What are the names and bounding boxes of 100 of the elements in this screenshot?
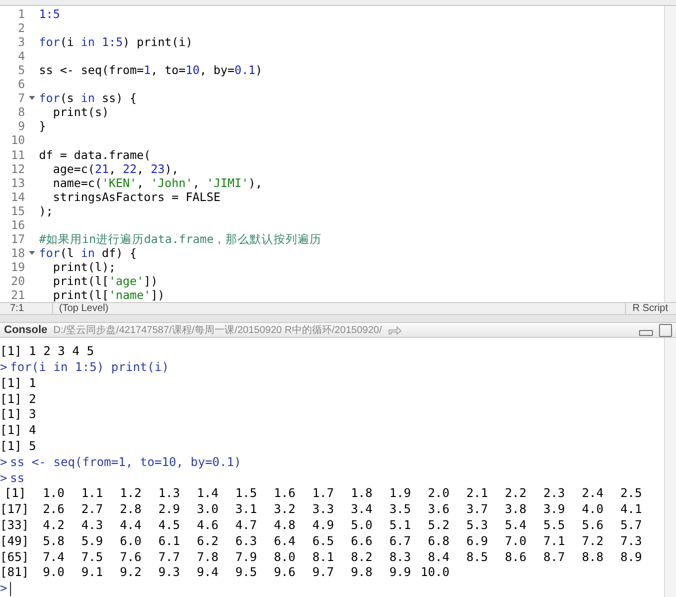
- vector-value: 4.3: [80, 518, 103, 534]
- prompt-symbol: >: [0, 581, 8, 597]
- code-line: age=c(21, 22, 23),: [52, 162, 179, 176]
- vector-value: 1.7: [311, 486, 334, 502]
- vector-value: 1.4: [196, 486, 218, 502]
- vector-value: 5.1: [388, 518, 411, 534]
- scope-selector[interactable]: (Top Level): [52, 303, 108, 314]
- vector-value: 3.2: [272, 502, 296, 518]
- code-line: }: [39, 119, 46, 134]
- vector-value: 6.8: [426, 534, 450, 550]
- vector-value: 7.5: [80, 550, 103, 566]
- vector-value: 5.0: [350, 518, 372, 534]
- line-number: 7: [17, 91, 25, 106]
- vector-value: 5.6: [580, 518, 604, 534]
- vector-value: 6.4: [272, 534, 296, 550]
- vector-value: 1.3: [157, 486, 180, 502]
- line-number: 1: [17, 6, 25, 21]
- vector-value: 3.3: [311, 502, 334, 518]
- vector-value: 6.9: [465, 534, 488, 550]
- vector-value: 2.5: [619, 486, 642, 502]
- fold-arrow-icon[interactable]: [29, 96, 35, 100]
- line-number: 2: [17, 20, 25, 35]
- vector-value: 8.1: [311, 550, 334, 566]
- vector-value: 2.3: [542, 486, 565, 502]
- vector-value: 1.9: [388, 486, 411, 502]
- code-line: print(l['name']): [52, 288, 165, 302]
- vector-value: 9.7: [311, 565, 334, 582]
- vector-value: 6.5: [311, 534, 334, 550]
- scrollbar[interactable]: [664, 338, 676, 597]
- vector-value: 5.7: [619, 518, 642, 534]
- vector-value: 4.2: [42, 518, 64, 534]
- arrow-icon[interactable]: [388, 325, 402, 336]
- vector-value: 2.1: [465, 486, 488, 502]
- line-number: 4: [17, 48, 25, 63]
- vector-value: 6.1: [157, 534, 180, 550]
- vector-value: 1.8: [350, 486, 372, 502]
- vector-value: 8.8: [580, 550, 604, 566]
- vector-value: 1.0: [42, 486, 64, 502]
- line-number: 13: [10, 176, 25, 190]
- vector-value: 4.5: [157, 518, 180, 534]
- vector-value: 2.0: [426, 486, 450, 502]
- code-line: stringsAsFactors = FALSE: [52, 190, 220, 204]
- code-line: print(l['age']): [52, 274, 158, 288]
- file-type-selector[interactable]: R Script: [625, 303, 668, 314]
- vector-value: 2.9: [157, 502, 180, 518]
- line-number: 20: [10, 274, 25, 288]
- vector-value: 8.7: [542, 550, 565, 566]
- code-line: for(i in 1:5) print(i): [39, 34, 193, 49]
- line-number: 12: [10, 162, 25, 176]
- console-output: [1] 5: [0, 439, 38, 455]
- vector-value: 9.2: [118, 565, 142, 582]
- vector-value: 3.0: [196, 502, 218, 518]
- code-line: name=c('KEN', 'John', 'JIMI'),: [52, 176, 262, 190]
- maximize-icon[interactable]: [659, 324, 672, 337]
- vector-value: 7.0: [504, 534, 526, 550]
- console-output: [1] 4: [0, 423, 38, 440]
- vector-value: 9.8: [350, 565, 372, 582]
- vector-value: 6.3: [234, 534, 257, 550]
- vector-value: 3.6: [426, 502, 450, 518]
- vector-value: 9.0: [42, 565, 64, 582]
- prompt-symbol: >: [0, 470, 8, 486]
- code-line: print(l);: [52, 260, 116, 274]
- line-number: 5: [17, 62, 25, 77]
- console-output: [1] 1: [0, 376, 38, 392]
- vector-index: [1]: [3, 486, 26, 502]
- vector-value: 7.4: [42, 550, 64, 566]
- vector-value: 5.8: [42, 534, 64, 550]
- vector-value: 5.2: [426, 518, 450, 534]
- vector-value: 5.5: [542, 518, 565, 534]
- console-output: [1] 2: [0, 392, 38, 408]
- line-number: 19: [10, 260, 25, 274]
- line-number: 9: [17, 119, 25, 134]
- vector-value: 5.3: [465, 518, 488, 534]
- vector-value: 3.7: [465, 502, 488, 518]
- vector-index: [33]: [0, 518, 26, 534]
- vector-value: 8.9: [619, 550, 642, 566]
- minimize-icon[interactable]: [639, 330, 653, 336]
- vector-value: 5.9: [80, 534, 103, 550]
- line-number: 11: [10, 148, 25, 162]
- console-output: [1] 3: [0, 407, 38, 424]
- vector-value: 1.2: [118, 486, 142, 502]
- vector-value: 7.7: [157, 550, 180, 566]
- vector-value: 3.9: [542, 502, 565, 518]
- vector-value: 4.6: [196, 518, 218, 534]
- scrollbar[interactable]: [664, 6, 676, 302]
- vector-value: 6.6: [350, 534, 372, 550]
- cursor-position: 7:1: [9, 303, 25, 314]
- vector-value: 1.6: [272, 486, 296, 502]
- vector-value: 4.9: [311, 518, 334, 534]
- vector-value: 7.9: [234, 550, 257, 566]
- vector-value: 7.8: [196, 550, 218, 566]
- vector-value: 7.1: [542, 534, 565, 550]
- vector-value: 4.7: [234, 518, 257, 534]
- vector-value: 6.2: [196, 534, 218, 550]
- vector-value: 9.9: [388, 565, 411, 582]
- vector-value: 8.3: [388, 550, 411, 566]
- vector-value: 8.2: [350, 550, 372, 566]
- fold-arrow-icon[interactable]: [29, 251, 35, 256]
- vector-value: 2.4: [580, 486, 604, 502]
- vector-value: 9.6: [272, 565, 296, 582]
